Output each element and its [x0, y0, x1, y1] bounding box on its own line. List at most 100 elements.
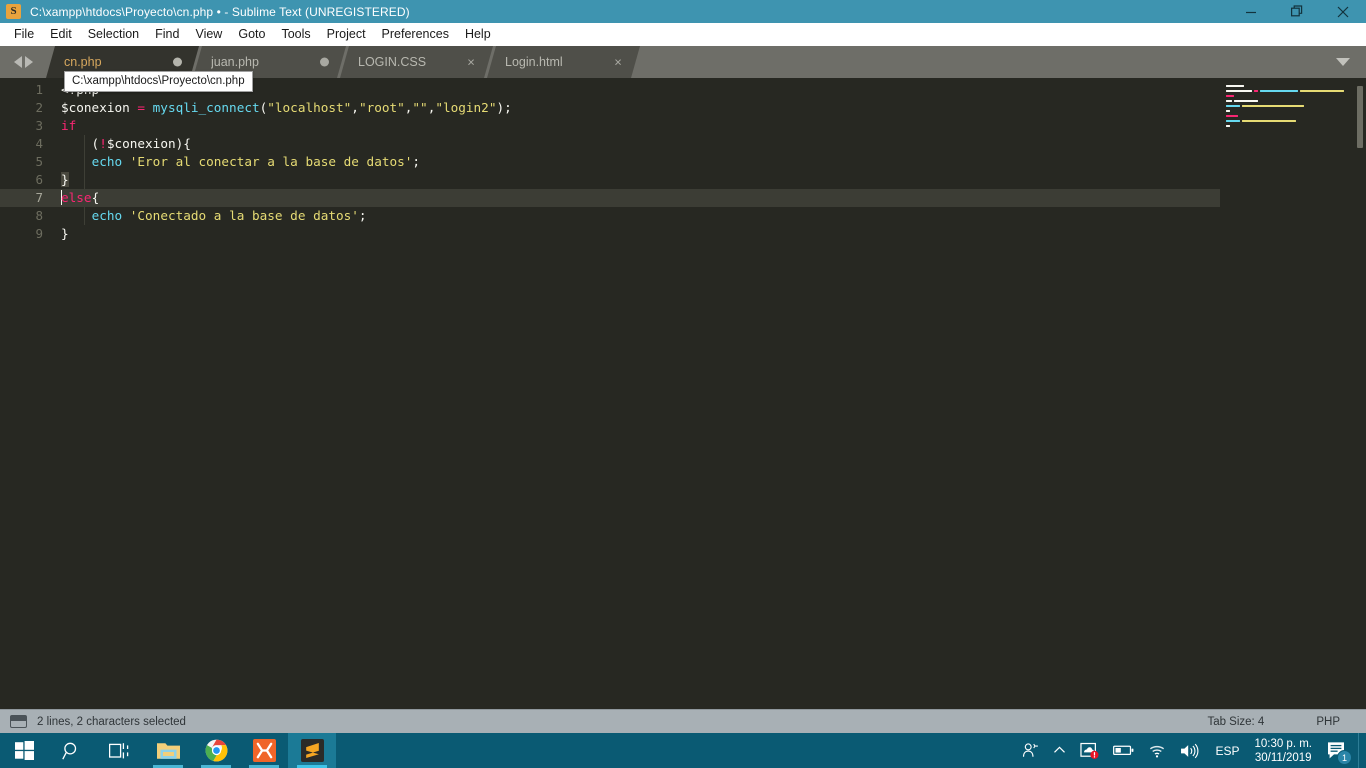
indent-guide	[84, 153, 85, 171]
clock-date: 30/11/2019	[1254, 751, 1312, 764]
minimap-line	[1226, 94, 1358, 98]
minimap-token	[1226, 94, 1234, 98]
minimap-line	[1226, 99, 1358, 103]
code-token: !	[99, 136, 107, 151]
code-token: $conexion	[61, 100, 130, 115]
file-explorer-button[interactable]	[144, 733, 192, 768]
code-line[interactable]: }	[56, 225, 1366, 243]
code-line[interactable]: else{	[56, 189, 1366, 207]
code-token: ;	[358, 208, 367, 223]
line-number: 1	[35, 82, 43, 97]
menu-item-file[interactable]: File	[6, 24, 42, 45]
tab-size-status[interactable]: Tab Size: 4	[1181, 716, 1290, 728]
syntax-status[interactable]: PHP	[1290, 716, 1366, 728]
code-token: }	[61, 226, 69, 241]
menu-item-preferences[interactable]: Preferences	[374, 24, 457, 45]
sublime-text-button[interactable]	[288, 733, 336, 768]
chevron-down-icon	[1336, 58, 1350, 66]
code-content[interactable]: <?php$conexion = mysqli_connect("localho…	[56, 78, 1366, 709]
code-line[interactable]: $conexion = mysqli_connect("localhost","…	[56, 99, 1366, 117]
start-button[interactable]	[0, 733, 48, 768]
sublime-text-icon: S	[6, 4, 21, 19]
menu-item-view[interactable]: View	[187, 24, 230, 45]
minimap-token	[1226, 124, 1230, 128]
task-view-button[interactable]	[96, 733, 144, 768]
menu-item-project[interactable]: Project	[319, 24, 374, 45]
code-token: echo	[91, 154, 123, 169]
menu-item-help[interactable]: Help	[457, 24, 499, 45]
next-tab-arrow-icon[interactable]	[24, 56, 33, 68]
code-token: echo	[91, 208, 123, 223]
minimap-line	[1226, 114, 1358, 118]
people-icon[interactable]	[1015, 733, 1046, 768]
minimap-line	[1226, 89, 1358, 93]
code-line[interactable]: (!$conexion){	[56, 135, 1366, 153]
show-hidden-icons-chevron[interactable]	[1046, 733, 1073, 768]
show-desktop-button[interactable]	[1358, 733, 1366, 768]
minimap-token	[1226, 119, 1240, 123]
console-panel-icon[interactable]	[10, 715, 27, 728]
chrome-icon	[205, 739, 227, 762]
minimap-token	[1254, 89, 1258, 93]
code-token: ){	[175, 136, 191, 151]
window-controls	[1228, 0, 1366, 23]
menu-bar: File Edit Selection Find View Goto Tools…	[0, 23, 1366, 46]
tab-unsaved-dot-icon[interactable]	[320, 58, 329, 67]
indent-guide	[84, 135, 85, 153]
line-number-gutter: 1 2 3 4 5 6 78 9	[0, 78, 56, 709]
chrome-button[interactable]	[192, 733, 240, 768]
minimap-token	[1226, 109, 1230, 113]
code-line[interactable]: }	[56, 171, 1366, 189]
line-number: 4	[35, 136, 43, 151]
minimap-line	[1226, 119, 1358, 123]
line-number: 8	[35, 208, 43, 223]
minimap[interactable]	[1220, 78, 1366, 709]
restore-icon[interactable]	[1274, 0, 1320, 23]
tab-list-button[interactable]	[1320, 46, 1366, 78]
line-number: 9	[35, 226, 43, 241]
indent-guide	[84, 207, 85, 225]
minimize-icon[interactable]	[1228, 0, 1274, 23]
tab-unsaved-dot-icon[interactable]	[173, 58, 182, 67]
action-center-button[interactable]: 1	[1322, 733, 1358, 768]
minimap-scrollbar[interactable]	[1357, 86, 1363, 148]
search-icon	[62, 742, 77, 759]
search-button[interactable]	[48, 733, 96, 768]
tab-close-icon[interactable]: ×	[465, 56, 477, 69]
menu-item-find[interactable]: Find	[147, 24, 187, 45]
tab-login-html[interactable]: Login.html ×	[487, 46, 640, 78]
wifi-icon[interactable]	[1141, 733, 1173, 768]
tab-label: LOGIN.CSS	[358, 55, 427, 69]
language-indicator[interactable]: ESP	[1206, 744, 1248, 758]
menu-item-goto[interactable]: Goto	[230, 24, 273, 45]
tab-close-icon[interactable]: ×	[612, 56, 624, 69]
code-line[interactable]: echo 'Conectado a la base de datos';	[56, 207, 1366, 225]
code-line[interactable]: if	[56, 117, 1366, 135]
editor-area[interactable]: 123456789 <?php$conexion = mysqli_connec…	[0, 78, 1366, 709]
tab-label: Login.html	[505, 55, 563, 69]
onedrive-alert-icon[interactable]	[1073, 733, 1106, 768]
status-bar: 2 lines, 2 characters selected Tab Size:…	[0, 709, 1366, 733]
notification-count-badge: 1	[1337, 750, 1352, 765]
code-token: {	[91, 190, 100, 205]
clock[interactable]: 10:30 p. m. 30/11/2019	[1248, 737, 1322, 765]
tab-navigation-arrows[interactable]	[0, 46, 46, 78]
code-token: 'Eror al conectar a la base de datos'	[129, 154, 413, 169]
prev-tab-arrow-icon[interactable]	[13, 56, 22, 68]
windows-logo-icon	[14, 741, 34, 760]
volume-icon[interactable]	[1173, 733, 1206, 768]
menu-item-edit[interactable]: Edit	[42, 24, 80, 45]
menu-item-tools[interactable]: Tools	[273, 24, 318, 45]
tab-bar: cn.php juan.php LOGIN.CSS × Login.html × C:\x…	[0, 46, 1366, 92]
code-token: else	[61, 190, 92, 205]
code-token: ,	[351, 100, 359, 115]
code-line[interactable]: echo 'Eror al conectar a la base de dato…	[56, 153, 1366, 171]
menu-item-selection[interactable]: Selection	[80, 24, 147, 45]
xampp-button[interactable]	[240, 733, 288, 768]
title-bar[interactable]: S C:\xampp\htdocs\Proyecto\cn.php • - Su…	[0, 0, 1366, 23]
close-icon[interactable]	[1320, 0, 1366, 23]
tab-login-css[interactable]: LOGIN.CSS ×	[340, 46, 493, 78]
battery-icon[interactable]	[1106, 733, 1141, 768]
line-number: 6	[35, 172, 43, 187]
code-token: $conexion	[106, 136, 176, 151]
